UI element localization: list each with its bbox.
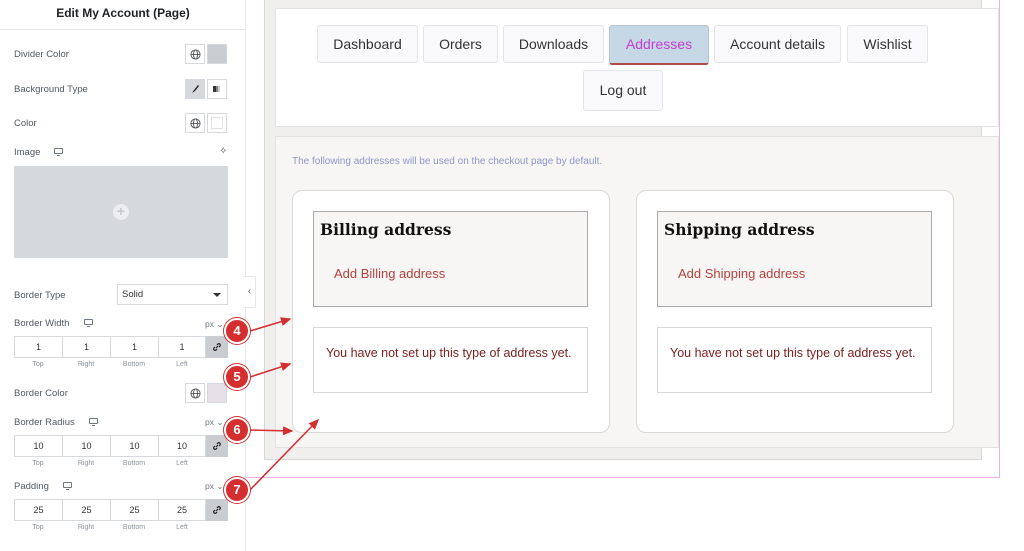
side-top-label: Top [32, 524, 44, 531]
image-placeholder[interactable]: + [14, 166, 228, 258]
border-radius-top[interactable]: 10 [14, 435, 62, 457]
side-top-label: Top [32, 361, 44, 368]
side-bottom-label: Bottom [122, 524, 146, 531]
border-radius-label: Border Radius [14, 417, 75, 428]
divider-color-swatch[interactable] [207, 44, 227, 64]
chevron-down-icon [213, 293, 221, 297]
callout-badge-4: 4 [224, 318, 250, 344]
ai-sparkle-icon[interactable]: ✧ [219, 146, 227, 157]
tab-account-details[interactable]: Account details [714, 25, 841, 63]
border-type-label: Border Type [14, 290, 66, 301]
tab-orders[interactable]: Orders [423, 25, 498, 63]
padding-sublabels: Top Right Bottom Left [14, 524, 206, 531]
padding-unit[interactable]: px ⌄ [205, 481, 223, 492]
addresses-notice: The following addresses will be used on … [292, 156, 603, 167]
billing-address-message: You have not set up this type of address… [313, 327, 588, 393]
side-right-label: Right [77, 361, 95, 368]
add-billing-address-link[interactable]: Add Billing address [334, 266, 445, 281]
color-swatch-fill [211, 117, 223, 129]
border-width-sublabels: Top Right Bottom Left [14, 361, 206, 368]
border-color-swatch[interactable] [207, 383, 227, 403]
padding-label: Padding [14, 481, 49, 492]
side-left-label: Left [176, 361, 188, 368]
border-width-right[interactable]: 1 [62, 336, 110, 358]
side-bottom-label: Bottom [122, 361, 146, 368]
shipping-address-title: Shipping address [664, 220, 815, 239]
desktop-icon-3[interactable] [89, 418, 98, 426]
border-width-label: Border Width [14, 318, 70, 329]
side-right-label: Right [77, 524, 95, 531]
image-label: Image [14, 147, 41, 158]
border-radius-inputs: 10 10 10 10 [14, 435, 228, 457]
border-color-label: Border Color [14, 388, 68, 399]
tab-addresses[interactable]: Addresses [609, 25, 709, 65]
shipping-address-message: You have not set up this type of address… [657, 327, 932, 393]
border-width-bottom[interactable]: 1 [110, 336, 158, 358]
border-radius-right[interactable]: 10 [62, 435, 110, 457]
background-type-label: Background Type [14, 84, 88, 95]
border-type-select[interactable]: Solid [117, 284, 228, 305]
tab-downloads[interactable]: Downloads [503, 25, 604, 63]
side-top-label: Top [32, 460, 44, 467]
tab-dashboard[interactable]: Dashboard [317, 25, 418, 63]
billing-address-header: Billing address Add Billing address [313, 211, 588, 307]
editor-panel: Edit My Account (Page) Divider Color Bac… [0, 0, 246, 551]
padding-right[interactable]: 25 [62, 499, 110, 521]
border-radius-left[interactable]: 10 [158, 435, 206, 457]
border-width-unit-text: px [205, 319, 214, 329]
desktop-icon-4[interactable] [63, 482, 72, 490]
border-radius-bottom[interactable]: 10 [110, 435, 158, 457]
panel-title: Edit My Account (Page) [0, 0, 246, 30]
global-colors-icon[interactable] [185, 44, 205, 64]
desktop-icon-2[interactable] [84, 319, 93, 327]
border-width-left[interactable]: 1 [158, 336, 206, 358]
color-label: Color [14, 118, 37, 129]
callout-badge-6: 6 [224, 417, 250, 443]
border-width-top[interactable]: 1 [14, 336, 62, 358]
border-radius-sublabels: Top Right Bottom Left [14, 460, 206, 467]
classic-brush-icon[interactable] [185, 79, 205, 99]
add-image-icon[interactable]: + [113, 204, 129, 220]
callout-badge-7: 7 [224, 477, 250, 503]
border-radius-unit[interactable]: px ⌄ [205, 417, 223, 428]
global-colors-icon-3[interactable] [185, 383, 205, 403]
padding-top[interactable]: 25 [14, 499, 62, 521]
add-shipping-address-link[interactable]: Add Shipping address [678, 266, 805, 281]
gradient-icon[interactable] [207, 79, 227, 99]
padding-bottom[interactable]: 25 [110, 499, 158, 521]
padding-inputs: 25 25 25 25 [14, 499, 228, 521]
border-width-unit[interactable]: px ⌄ [205, 319, 223, 330]
global-colors-icon-2[interactable] [185, 113, 205, 133]
side-bottom-label: Bottom [122, 460, 146, 467]
border-radius-unit-text: px [205, 417, 214, 427]
tab-wishlist[interactable]: Wishlist [847, 25, 928, 63]
link-icon[interactable] [206, 336, 228, 358]
shipping-address-header: Shipping address Add Shipping address [657, 211, 932, 307]
tab-log-out[interactable]: Log out [583, 70, 663, 111]
padding-unit-text: px [205, 481, 214, 491]
side-left-label: Left [176, 460, 188, 467]
desktop-icon[interactable] [54, 148, 63, 156]
link-icon-3[interactable] [206, 499, 228, 521]
padding-left[interactable]: 25 [158, 499, 206, 521]
side-left-label: Left [176, 524, 188, 531]
color-swatch[interactable] [207, 113, 227, 133]
billing-address-title: Billing address [320, 220, 452, 239]
side-right-label: Right [77, 460, 95, 467]
link-icon-2[interactable] [206, 435, 228, 457]
border-width-inputs: 1 1 1 1 [14, 336, 228, 358]
divider-color-label: Divider Color [14, 49, 69, 60]
border-type-value: Solid [122, 289, 144, 300]
callout-badge-5: 5 [224, 364, 250, 390]
